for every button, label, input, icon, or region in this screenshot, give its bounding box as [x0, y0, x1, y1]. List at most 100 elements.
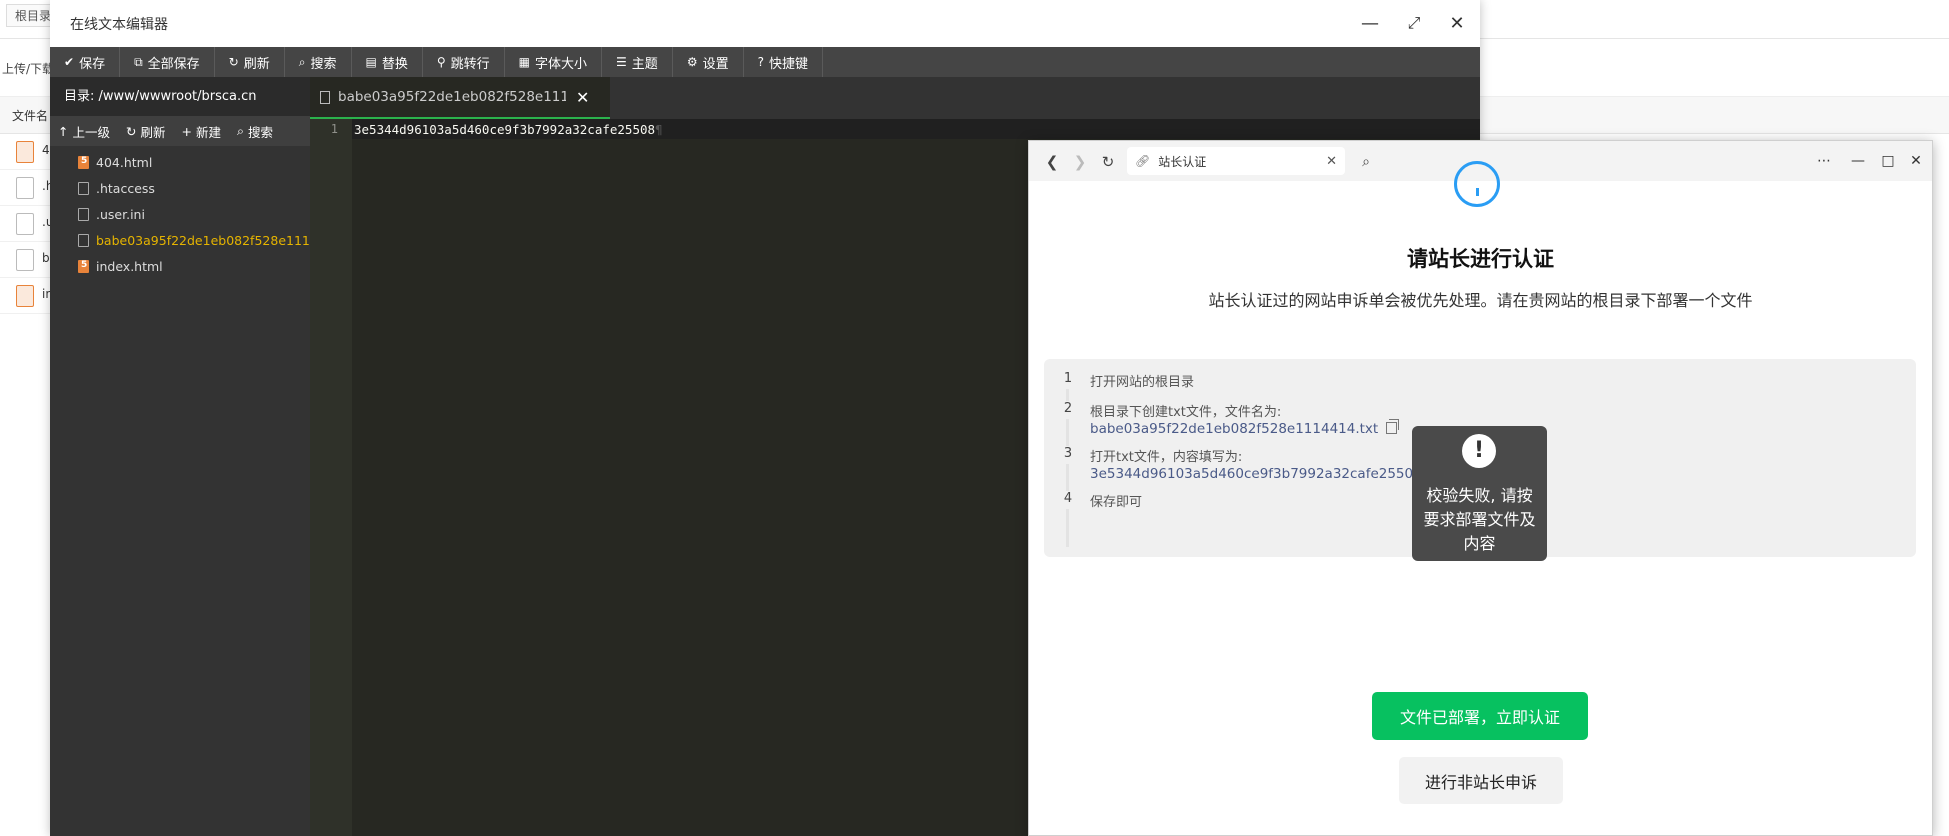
menu-icon: ☰ [616, 55, 627, 69]
save-all-button[interactable]: ⧉ 全部保存 [120, 47, 215, 77]
search-icon[interactable]: ⌕ [1355, 151, 1377, 173]
plus-icon: + [181, 123, 192, 139]
browser-window: ❮ ❯ ↻ 🔗︎ 站长认证 ✕ ⌕ ⋯ — □ ✕ 请站长进行认证 站长认证过的… [1028, 140, 1933, 836]
file-icon [78, 233, 89, 247]
editor-title: 在线文本编辑器 [70, 17, 168, 33]
page-title: 请站长进行认证 [1407, 247, 1554, 271]
search-icon: ⌕ [298, 54, 306, 69]
html-file-icon [16, 141, 34, 163]
html5-icon [78, 259, 89, 273]
settings-button[interactable]: ⚙ 设置 [673, 47, 744, 77]
replace-label: 替换 [381, 56, 408, 72]
error-toast: ! 校验失败, 请按要求部署文件及内容 [1412, 426, 1547, 561]
font-size-button[interactable]: ▦ 字体大小 [505, 47, 603, 77]
step-text: 根目录下创建txt文件，文件名为: [1090, 405, 1282, 420]
tree-item-user-ini[interactable]: .user.ini [50, 201, 310, 227]
sidebar-actions: ↑ 上一级 ↻ 刷新 + 新建 ⌕ 搜索 [50, 116, 310, 146]
pilcrow-mark: ¶ [655, 122, 663, 137]
close-icon[interactable]: ✕ [576, 88, 589, 107]
step-number: 2 [1060, 401, 1076, 419]
new-file-label: 新建 [195, 124, 221, 140]
tree-item-verify-txt[interactable]: babe03a95f22de1eb082f528e1114414.txt [50, 227, 310, 253]
check-icon: ✔ [64, 55, 75, 69]
more-icon[interactable]: ⋯ [1811, 149, 1837, 173]
shortcuts-label: 快捷键 [768, 56, 808, 72]
arrow-up-icon: ↑ [58, 123, 69, 139]
step-number: 1 [1060, 371, 1076, 389]
font-size-icon: ▦ [518, 55, 531, 69]
jump-icon: ⚲ [436, 55, 446, 69]
line-number: 1 [330, 122, 338, 136]
link-icon: 🔗︎ [1135, 154, 1151, 168]
jump-line-label: 跳转行 [450, 56, 490, 72]
file-icon [16, 213, 34, 235]
tab-verify-txt[interactable]: babe03a95f22de1eb082f528e1114414.txt ✕ [310, 77, 610, 119]
parent-dir-button[interactable]: ↑ 上一级 [50, 122, 118, 141]
file-tree: 404.html .htaccess .user.ini babe03a95f2… [50, 149, 310, 279]
sidebar-refresh-button[interactable]: ↻ 刷新 [118, 122, 174, 141]
replace-icon: ▤ [365, 55, 377, 69]
tree-item-htaccess[interactable]: .htaccess [50, 175, 310, 201]
step-number: 4 [1060, 491, 1076, 509]
step-text: 打开txt文件，内容填写为: [1090, 450, 1243, 465]
search-button[interactable]: ⌕ 搜索 [285, 47, 352, 77]
file-icon [16, 177, 34, 199]
filename-text: babe03a95f22de1eb082f528e1114414.txt [1090, 421, 1379, 437]
maximize-icon[interactable]: ⤢ [1400, 10, 1428, 36]
sidebar-search-button[interactable]: ⌕ 搜索 [229, 122, 281, 141]
save-button[interactable]: ✔ 保存 [50, 47, 121, 77]
non-owner-appeal-button[interactable]: 进行非站长申诉 [1399, 757, 1563, 804]
refresh-icon: ↻ [126, 123, 137, 139]
toast-message: 校验失败, 请按要求部署文件及内容 [1423, 486, 1536, 553]
tree-item-label: .user.ini [96, 206, 145, 222]
directory-path: 目录: /www/wwwroot/brsca.cn [50, 77, 310, 116]
directory-label: 目录: [64, 89, 95, 104]
code-line[interactable]: 3e5344d96103a5d460ce9f3b7992a32cafe25508… [354, 122, 663, 137]
save-label: 保存 [79, 56, 106, 72]
file-tree-sidebar: 目录: /www/wwwroot/brsca.cn ↑ 上一级 ↻ 刷新 + 新建 ⌕… [50, 77, 310, 836]
copy-icon[interactable] [1386, 419, 1400, 434]
close-icon[interactable]: ✕ [1443, 10, 1471, 36]
step-filename-value[interactable]: babe03a95f22de1eb082f528e1114414.txt [1090, 419, 1400, 437]
column-filename[interactable]: 文件名 [12, 107, 48, 124]
refresh-icon: ↻ [228, 55, 239, 69]
back-icon[interactable]: ❮ [1041, 151, 1063, 173]
tab-label: babe03a95f22de1eb082f528e1114414.txt [338, 89, 566, 105]
directory-value: /www/wwwroot/brsca.cn [98, 89, 257, 104]
tree-item-label: index.html [96, 258, 163, 274]
close-icon[interactable]: ✕ [1903, 149, 1929, 173]
maximize-icon[interactable]: □ [1875, 149, 1901, 173]
reload-icon[interactable]: ↻ [1097, 151, 1119, 173]
step-content-value[interactable]: 3e5344d96103a5d460ce9f3b7992a32cafe25508 [1090, 466, 1422, 482]
step-text: 打开网站的根目录 [1090, 375, 1195, 390]
search-label: 搜索 [310, 56, 337, 72]
forward-icon[interactable]: ❯ [1069, 151, 1091, 173]
gear-icon: ⚙ [686, 55, 698, 69]
verification-page: 请站长进行认证 站长认证过的网站申诉单会被优先处理。请在贵网站的根目录下部署一个… [1029, 161, 1932, 835]
search-icon: ⌕ [237, 123, 245, 138]
sidebar-refresh-label: 刷新 [140, 124, 166, 140]
upload-download-button[interactable]: 上传/下载 [2, 60, 54, 77]
tree-item-404-html[interactable]: 404.html [50, 149, 310, 175]
copy-icon: ⧉ [134, 54, 143, 69]
tree-item-index-html[interactable]: index.html [50, 253, 310, 279]
theme-label: 主题 [631, 56, 658, 72]
file-icon [16, 249, 34, 271]
parent-dir-label: 上一级 [72, 124, 110, 140]
minimize-icon[interactable]: — [1845, 149, 1871, 173]
replace-button[interactable]: ▤ 替换 [352, 47, 423, 77]
address-bar[interactable]: 🔗︎ 站长认证 ✕ [1127, 147, 1345, 175]
editor-toolbar: ✔ 保存 ⧉ 全部保存 ↻ 刷新 ⌕ 搜索 ▤ 替换 ⚲ 跳转行 ▦ 字体大小 ☰ 主题 ⚙ 设置… [50, 47, 1480, 77]
theme-button[interactable]: ☰ 主题 [602, 47, 673, 77]
shortcuts-button[interactable]: ? 快捷键 [744, 47, 823, 77]
editor-titlebar: 在线文本编辑器 — ⤢ ✕ [50, 0, 1480, 48]
code-text: 3e5344d96103a5d460ce9f3b7992a32cafe25508 [354, 122, 656, 137]
minimize-icon[interactable]: — [1356, 10, 1384, 36]
file-icon [320, 90, 330, 104]
jump-line-button[interactable]: ⚲ 跳转行 [423, 47, 505, 77]
refresh-button[interactable]: ↻ 刷新 [215, 47, 285, 77]
verify-now-button[interactable]: 文件已部署，立即认证 [1372, 692, 1588, 740]
new-file-button[interactable]: + 新建 [174, 122, 230, 141]
font-size-label: 字体大小 [535, 56, 588, 72]
clear-icon[interactable]: ✕ [1326, 154, 1337, 169]
